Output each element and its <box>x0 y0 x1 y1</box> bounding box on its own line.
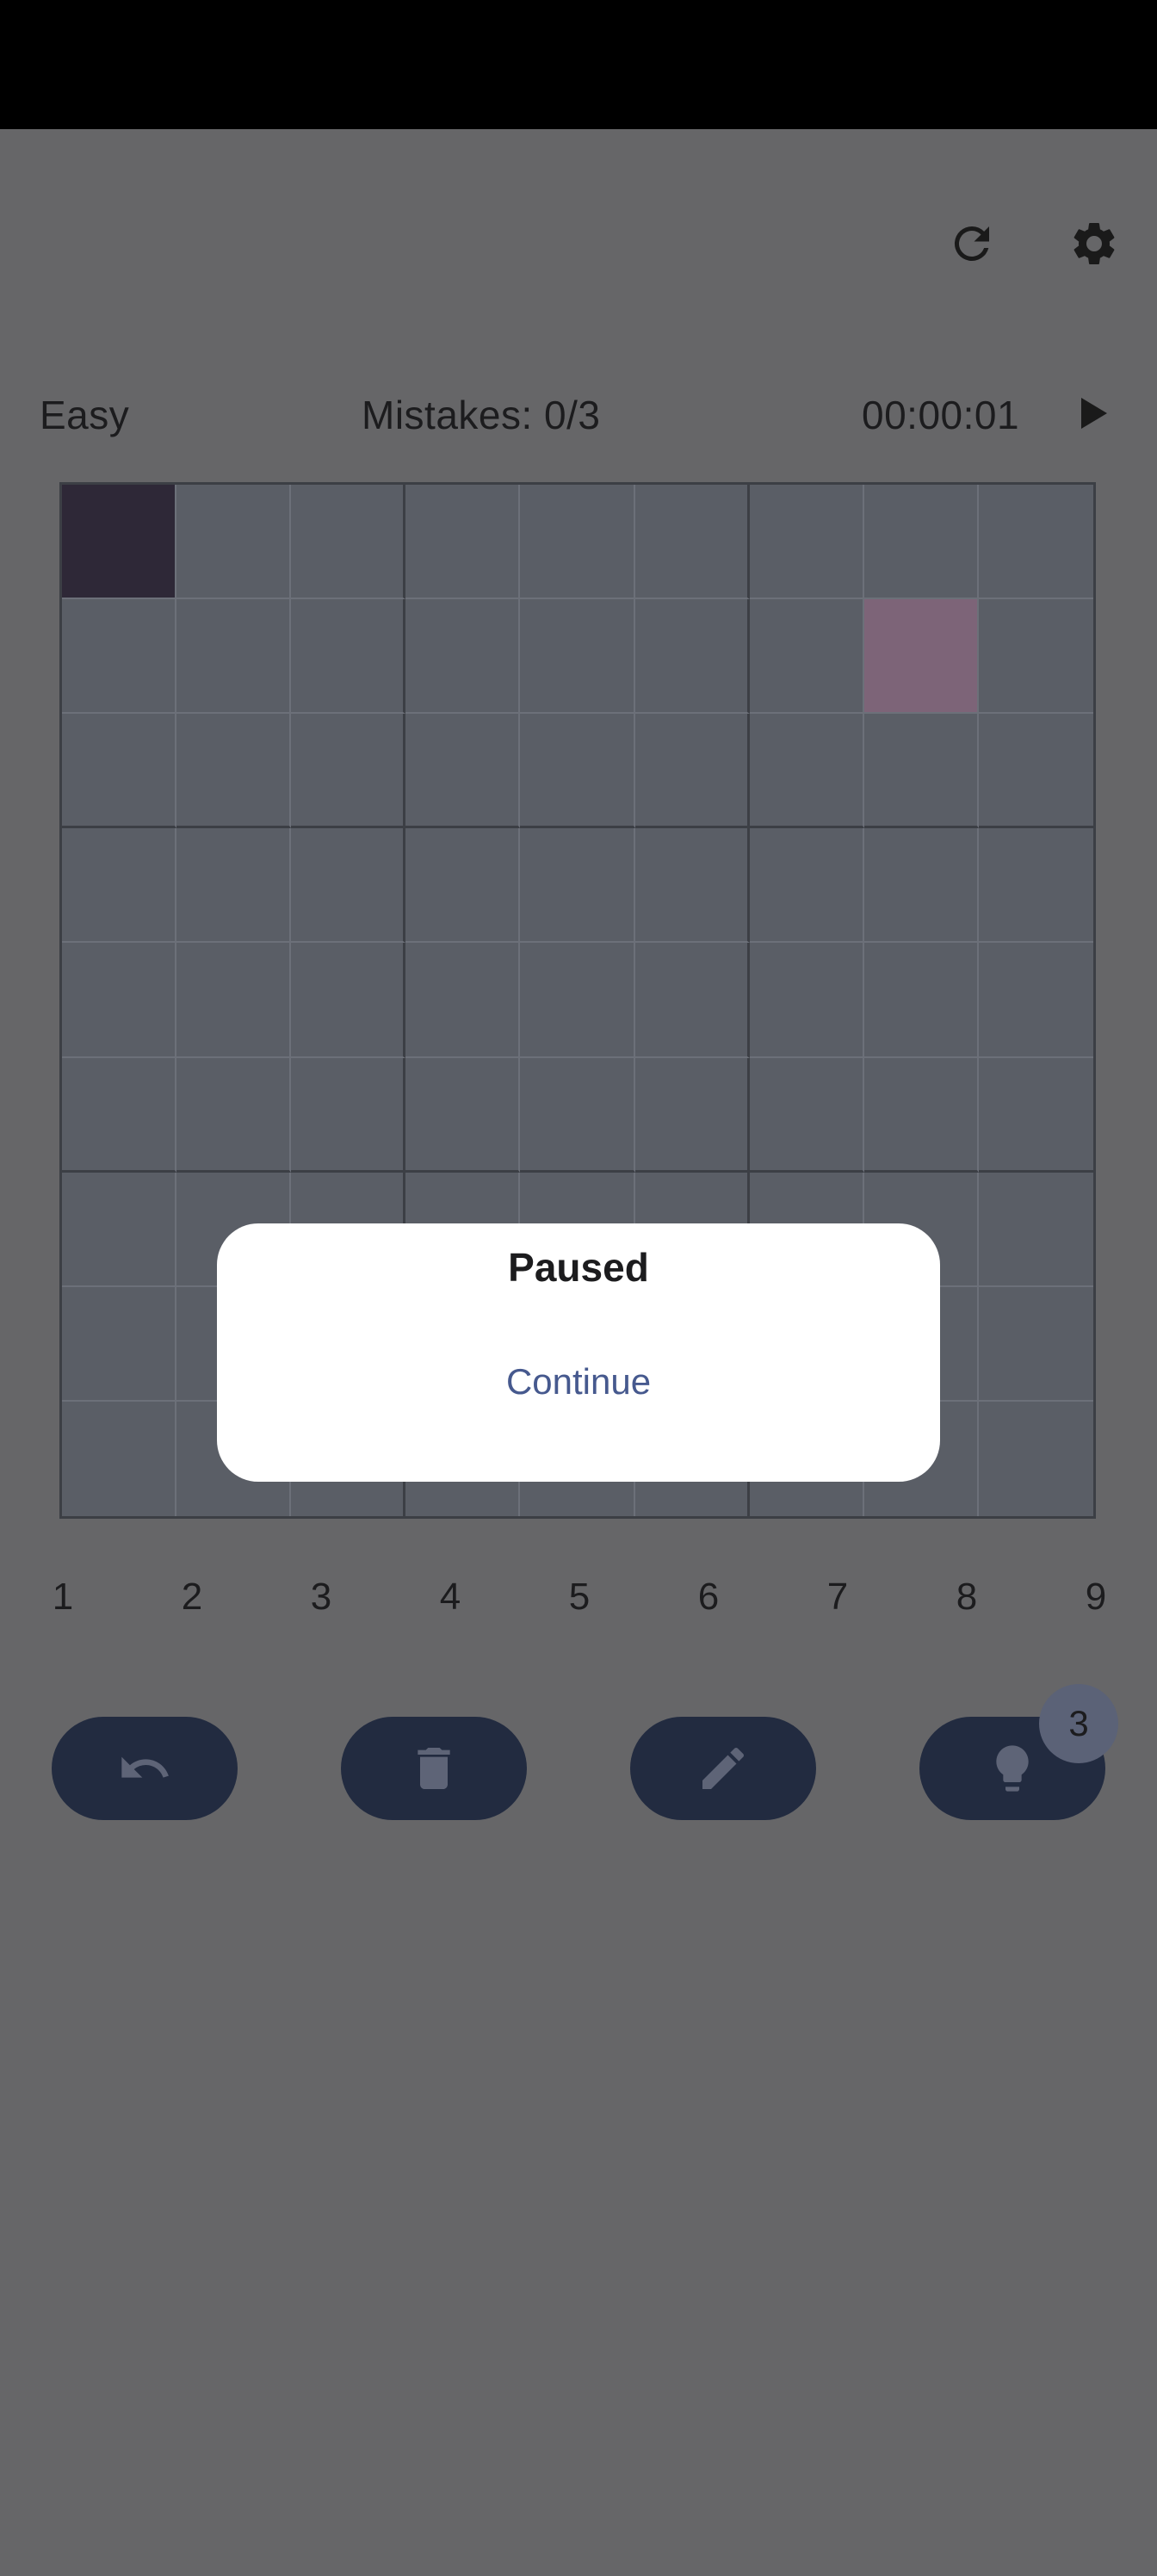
board-cell[interactable] <box>62 828 177 944</box>
board-cell[interactable] <box>520 599 635 715</box>
board-cell[interactable] <box>634 599 750 715</box>
board-cell[interactable] <box>291 943 406 1058</box>
board-cell[interactable] <box>749 1057 864 1173</box>
board-cell[interactable] <box>62 1172 177 1287</box>
board-cell[interactable] <box>176 599 292 715</box>
number-key-9[interactable]: 9 <box>1070 1576 1122 1619</box>
board-cell[interactable] <box>291 828 406 944</box>
board-cell[interactable] <box>634 943 750 1058</box>
number-key-3[interactable]: 3 <box>295 1576 347 1619</box>
board-cell[interactable] <box>863 1057 979 1173</box>
board-cell[interactable] <box>62 1401 177 1516</box>
board-cell[interactable] <box>62 599 177 715</box>
board-cell[interactable] <box>863 828 979 944</box>
board-cell[interactable] <box>634 714 750 829</box>
number-key-7[interactable]: 7 <box>812 1576 863 1619</box>
board-cell[interactable] <box>978 828 1093 944</box>
board-cell[interactable] <box>405 828 521 944</box>
board-cell[interactable] <box>978 714 1093 829</box>
number-key-5[interactable]: 5 <box>554 1576 605 1619</box>
board-cell[interactable] <box>749 943 864 1058</box>
timer: 00:00:01 <box>862 393 1020 437</box>
status-bar <box>0 0 1157 129</box>
board-cell[interactable] <box>749 599 864 715</box>
board-cell[interactable] <box>291 599 406 715</box>
board-cell[interactable] <box>520 943 635 1058</box>
board-cell[interactable] <box>520 828 635 944</box>
board-cell[interactable] <box>978 599 1093 715</box>
board-cell[interactable] <box>176 485 292 600</box>
board-cell[interactable] <box>520 714 635 829</box>
board-cell[interactable] <box>634 1057 750 1173</box>
trash-icon <box>418 1748 450 1789</box>
board-cell[interactable] <box>405 1057 521 1173</box>
number-pad: 1 2 3 4 5 6 7 8 9 <box>0 1576 1157 1627</box>
board-cell[interactable] <box>979 1402 1093 1516</box>
play-icon[interactable] <box>1067 389 1116 437</box>
hint-count-badge: 3 <box>1039 1684 1118 1763</box>
board-cell-selected[interactable] <box>62 485 177 600</box>
board-cell[interactable] <box>634 828 750 944</box>
refresh-icon[interactable] <box>942 214 1002 274</box>
board-cell[interactable] <box>291 714 406 829</box>
board-cell[interactable] <box>405 485 521 600</box>
number-key-6[interactable]: 6 <box>683 1576 734 1619</box>
board-cell[interactable] <box>749 485 864 600</box>
board-cell[interactable] <box>405 599 521 715</box>
board-cell[interactable] <box>749 828 864 944</box>
number-key-8[interactable]: 8 <box>941 1576 993 1619</box>
lightbulb-icon <box>996 1745 1029 1792</box>
erase-button[interactable] <box>341 1717 527 1820</box>
board-cell[interactable] <box>176 828 292 944</box>
number-key-1[interactable]: 1 <box>37 1576 89 1619</box>
board-cell[interactable] <box>978 485 1093 600</box>
undo-icon <box>121 1756 169 1778</box>
number-key-2[interactable]: 2 <box>166 1576 218 1619</box>
pause-dialog: Paused Continue <box>217 1223 940 1482</box>
board-cell[interactable] <box>176 714 292 829</box>
board-cell[interactable] <box>62 943 177 1058</box>
board-cell[interactable] <box>978 1058 1093 1173</box>
board-cell[interactable] <box>634 485 750 600</box>
board-cell[interactable] <box>520 485 635 600</box>
board-cell[interactable] <box>978 943 1093 1058</box>
board-cell[interactable] <box>863 485 979 600</box>
board-cell[interactable] <box>62 714 177 829</box>
difficulty-label: Easy <box>40 393 130 437</box>
board-cell[interactable] <box>978 1173 1093 1287</box>
dialog-title: Paused <box>508 1245 649 1290</box>
continue-button[interactable]: Continue <box>480 1353 677 1411</box>
undo-button[interactable] <box>52 1717 238 1820</box>
board-cell[interactable] <box>863 714 979 829</box>
board-cell[interactable] <box>62 1286 177 1402</box>
board-cell-highlighted[interactable] <box>863 599 979 715</box>
board-cell[interactable] <box>291 1057 406 1173</box>
board-cell[interactable] <box>291 485 406 600</box>
board-cell[interactable] <box>176 943 292 1058</box>
pencil-icon <box>702 1747 745 1789</box>
mistakes-counter: Mistakes: 0/3 <box>362 393 601 437</box>
board-cell[interactable] <box>520 1057 635 1173</box>
notes-button[interactable] <box>630 1717 816 1820</box>
number-key-4[interactable]: 4 <box>424 1576 476 1619</box>
board-cell[interactable] <box>62 1057 177 1173</box>
board-cell[interactable] <box>405 943 521 1058</box>
board-cell[interactable] <box>863 943 979 1058</box>
gear-icon[interactable] <box>1064 214 1124 274</box>
board-cell[interactable] <box>749 714 864 829</box>
board-cell[interactable] <box>176 1057 292 1173</box>
board-cell[interactable] <box>978 1287 1093 1402</box>
board-cell[interactable] <box>405 714 521 829</box>
